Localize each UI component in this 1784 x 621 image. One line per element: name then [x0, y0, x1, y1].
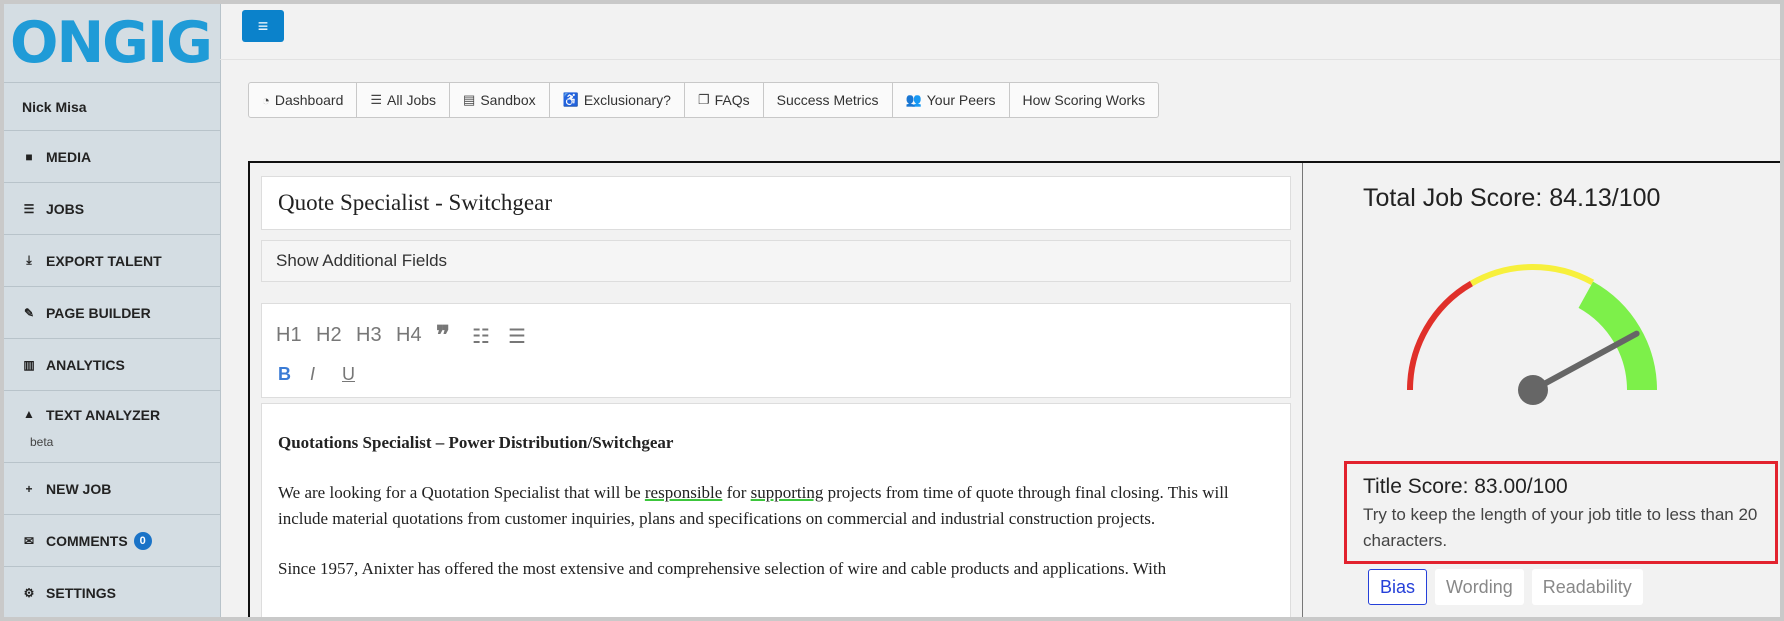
- envelope-icon: ✉: [23, 533, 35, 548]
- copy-icon: ❐: [697, 92, 710, 107]
- tab-bias[interactable]: Bias: [1368, 569, 1428, 605]
- title-score: Title Score: 83.00/100: [1363, 475, 1568, 498]
- score-tabs: Bias Wording Readability: [1368, 569, 1651, 605]
- tab-label: Exclusionary?: [583, 92, 671, 108]
- blockquote-icon[interactable]: ❞: [436, 320, 450, 351]
- tab-wording[interactable]: Wording: [1435, 569, 1524, 605]
- numbered-list-icon[interactable]: ☰: [508, 324, 526, 349]
- gauge-arc-mid: [1470, 264, 1595, 287]
- tab-your-peers[interactable]: 👥 Your Peers: [893, 83, 1010, 117]
- sidebar-item-label: ANALYTICS: [46, 356, 125, 373]
- tab-label: Success Metrics: [776, 92, 879, 108]
- sidebar-item-settings[interactable]: ⚙ SETTINGS: [4, 567, 220, 617]
- sidebar-item-comments[interactable]: ✉ COMMENTS 0: [4, 515, 220, 567]
- tab-dashboard[interactable]: ◔ Dashboard: [249, 83, 358, 117]
- tab-label: How Scoring Works: [1022, 92, 1146, 108]
- bar-chart-icon: ▥: [23, 357, 35, 372]
- gauge-arc-high: [1578, 281, 1657, 391]
- video-camera-icon: ■: [25, 149, 33, 164]
- hamburger-menu-button[interactable]: ≡: [242, 10, 284, 42]
- tab-exclusionary[interactable]: ♿ Exclusionary?: [550, 83, 685, 117]
- nav-tabs: ◔ Dashboard ☰ All Jobs ▤ Sandbox ♿ Exclusion…: [248, 82, 1160, 118]
- tab-readability[interactable]: Readability: [1531, 569, 1643, 605]
- user-name[interactable]: Nick Misa: [4, 83, 220, 131]
- beta-label: beta: [30, 435, 54, 449]
- sidebar-item-label: TEXT ANALYZER: [46, 407, 161, 423]
- gear-icon: ⚙: [23, 585, 35, 600]
- sidebar-item-jobs[interactable]: ☰ JOBS: [4, 183, 220, 235]
- header-divider: [220, 59, 1780, 60]
- tab-label: All Jobs: [387, 92, 437, 108]
- content-heading: Quotations Specialist – Power Distributi…: [278, 433, 674, 452]
- sidebar-item-label: COMMENTS: [46, 532, 128, 549]
- h4-button[interactable]: H4: [396, 324, 422, 347]
- graduation-cap-icon: ▲: [23, 407, 35, 421]
- sidebar-item-text-analyzer[interactable]: ▲ TEXT ANALYZER beta: [4, 391, 220, 463]
- hamburger-icon: ≡: [257, 15, 269, 36]
- sidebar-item-label: EXPORT TALENT: [46, 252, 162, 269]
- total-job-score: Total Job Score: 84.13/100: [1363, 184, 1661, 212]
- underline-button[interactable]: U: [342, 364, 355, 385]
- bold-button[interactable]: B: [278, 364, 291, 385]
- gauge-arc-low: [1407, 280, 1474, 391]
- editor-toolbar: H1 H2 H3 H4 ❞ ☷ ☰ B I U: [261, 303, 1291, 398]
- plus-icon: +: [25, 481, 33, 496]
- tab-how-scoring-works[interactable]: How Scoring Works: [1010, 83, 1159, 117]
- bullet-list-icon[interactable]: ☷: [472, 324, 490, 349]
- list-icon: ☰: [370, 92, 383, 107]
- tab-all-jobs[interactable]: ☰ All Jobs: [357, 83, 451, 117]
- h3-button[interactable]: H3: [356, 324, 382, 347]
- download-icon: ⤓: [26, 253, 32, 267]
- dashboard-icon: ◔: [262, 92, 270, 108]
- sidebar-item-label: PAGE BUILDER: [46, 304, 151, 321]
- logo-text: ONGIG: [10, 10, 213, 76]
- job-title-input[interactable]: Quote Specialist - Switchgear: [261, 176, 1291, 230]
- gauge-hub: [1518, 375, 1548, 405]
- editor-panel: Quote Specialist - Switchgear Show Addit…: [248, 161, 1303, 617]
- newspaper-icon: ▤: [463, 92, 476, 107]
- sidebar-item-label: NEW JOB: [46, 480, 112, 497]
- show-additional-fields-button[interactable]: Show Additional Fields: [261, 240, 1291, 282]
- title-score-tip: Try to keep the length of your job title…: [1363, 505, 1758, 550]
- text-run: We are looking for a Quotation Specialis…: [278, 483, 645, 502]
- tab-sandbox[interactable]: ▤ Sandbox: [450, 83, 550, 117]
- sidebar-item-label: SETTINGS: [46, 584, 117, 601]
- tab-faqs[interactable]: ❐ FAQs: [685, 83, 764, 117]
- wheelchair-icon: ♿: [562, 92, 579, 107]
- h1-button[interactable]: H1: [276, 324, 302, 347]
- sidebar: ONGIG Nick Misa ■ MEDIA ☰ JOBS ⤓ EXPORT …: [4, 4, 221, 617]
- text-run: for: [722, 483, 751, 502]
- tab-label: Dashboard: [274, 92, 344, 108]
- h2-button[interactable]: H2: [316, 324, 342, 347]
- brand-logo[interactable]: ONGIG: [4, 4, 220, 83]
- job-description-editor[interactable]: Quotations Specialist – Power Distributi…: [261, 403, 1291, 617]
- sidebar-item-export-talent[interactable]: ⤓ EXPORT TALENT: [4, 235, 220, 287]
- sidebar-item-new-job[interactable]: + NEW JOB: [4, 463, 220, 515]
- sidebar-item-analytics[interactable]: ▥ ANALYTICS: [4, 339, 220, 391]
- content-paragraph: Since 1957, Anixter has offered the most…: [278, 559, 1167, 578]
- title-score-callout: Title Score: 83.00/100 Try to keep the l…: [1344, 461, 1778, 564]
- sidebar-item-label: MEDIA: [46, 148, 92, 165]
- italic-button[interactable]: I: [310, 364, 315, 385]
- sidebar-item-page-builder[interactable]: ✎ PAGE BUILDER: [4, 287, 220, 339]
- sidebar-item-label: JOBS: [46, 200, 85, 217]
- list-icon: ☰: [23, 201, 35, 216]
- users-icon: 👥: [905, 92, 922, 107]
- wrench-icon: ✎: [23, 305, 35, 320]
- score-gauge: [1407, 264, 1657, 405]
- tab-label: Your Peers: [926, 92, 996, 108]
- comments-count-badge: 0: [133, 531, 152, 550]
- tab-label: Sandbox: [480, 92, 536, 108]
- content-paragraph: We are looking for a Quotation Specialis…: [278, 480, 1274, 532]
- tab-label: FAQs: [714, 92, 750, 108]
- flagged-word[interactable]: responsible: [645, 483, 722, 502]
- flagged-word[interactable]: supporting: [751, 483, 824, 502]
- gauge-needle: [1530, 330, 1640, 393]
- sidebar-item-media[interactable]: ■ MEDIA: [4, 131, 220, 183]
- app-window: ONGIG Nick Misa ■ MEDIA ☰ JOBS ⤓ EXPORT …: [4, 4, 1780, 617]
- tab-success-metrics[interactable]: Success Metrics: [764, 83, 893, 117]
